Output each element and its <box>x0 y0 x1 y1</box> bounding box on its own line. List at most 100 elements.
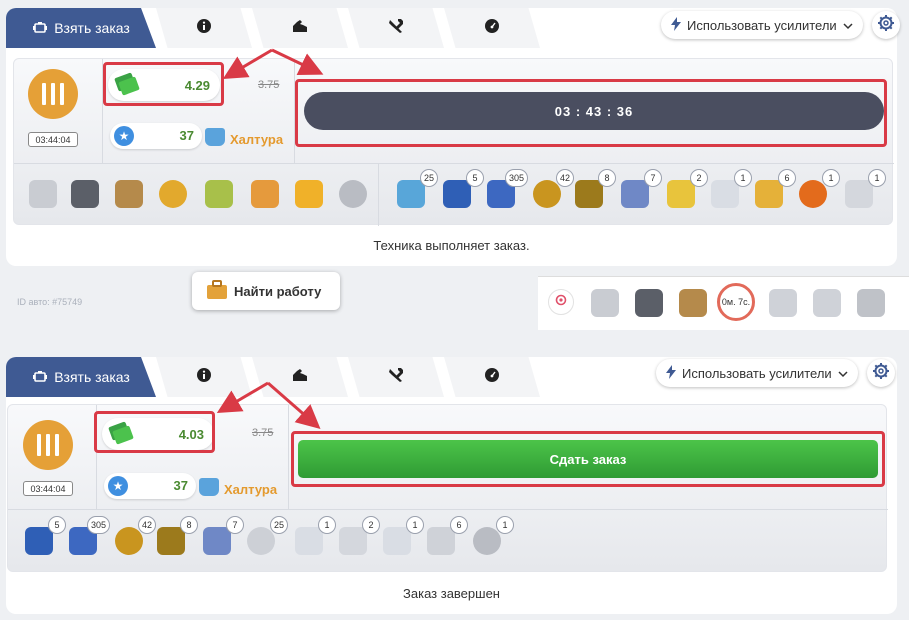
order-status: Техника выполняет заказ. <box>373 238 530 253</box>
vehicle-id: ID авто: #75749 <box>17 297 83 307</box>
drill-icon[interactable]: 7 <box>198 516 244 560</box>
bottles-icon[interactable]: 5 <box>438 169 484 213</box>
medal-icon[interactable]: 42 <box>110 516 156 560</box>
gear-coin-icon[interactable] <box>154 175 192 213</box>
bottles-icon[interactable]: 5 <box>20 516 66 560</box>
tab-bar: Взять заказ <box>6 8 540 48</box>
item-count: 1 <box>868 169 886 187</box>
tire-icon[interactable]: 25 <box>242 516 288 560</box>
tab-tools[interactable] <box>348 357 444 397</box>
settings-button[interactable] <box>867 359 895 387</box>
chair-icon[interactable] <box>24 175 62 213</box>
bottles-pack-icon[interactable]: 305 <box>482 169 528 213</box>
tab-strength[interactable] <box>252 8 348 48</box>
tab-tools[interactable] <box>348 8 444 48</box>
divider <box>378 163 379 226</box>
drill-icon[interactable]: 7 <box>616 169 662 213</box>
bucket-icon <box>205 128 225 146</box>
experience-stars: ★ 37 <box>104 473 196 499</box>
star-icon: ★ <box>108 476 128 496</box>
old-money-value: 3.75 <box>258 79 280 91</box>
tab-take-order-label: Взять заказ <box>54 20 130 36</box>
pause-button[interactable] <box>23 420 73 470</box>
chevron-down-icon <box>843 18 853 33</box>
jar-icon[interactable] <box>808 284 846 322</box>
jar-icon[interactable]: 1 <box>290 516 336 560</box>
divider <box>288 405 289 509</box>
horn-icon[interactable] <box>852 284 890 322</box>
info-icon <box>196 18 212 39</box>
robot-icon[interactable] <box>66 175 104 213</box>
stars-value: 37 <box>179 128 194 143</box>
mini-settings-button[interactable] <box>548 289 574 315</box>
tab-take-order[interactable]: Взять заказ <box>6 357 156 397</box>
repair-timer: 0м. 7с. <box>717 283 755 321</box>
orb-icon[interactable]: 1 <box>794 169 840 213</box>
order-time: 03:44:04 <box>28 132 78 147</box>
pause-icon <box>42 83 64 105</box>
syringe-icon[interactable]: 6 <box>750 169 796 213</box>
find-work-button[interactable]: Найти работу <box>192 272 340 310</box>
gear-icon <box>554 293 568 312</box>
old-money-value: 3.75 <box>252 427 274 439</box>
pause-icon <box>37 434 59 456</box>
tank-icon[interactable]: 1 <box>378 516 424 560</box>
bucket-icon <box>199 478 219 496</box>
tab-info[interactable] <box>156 357 252 397</box>
haltura-label: Халтура <box>224 482 278 497</box>
haltura-label: Халтура <box>230 132 284 147</box>
jar-icon[interactable]: 2 <box>662 169 708 213</box>
pause-button[interactable] <box>28 69 78 119</box>
medal-icon[interactable]: 42 <box>528 169 574 213</box>
briefcase-icon <box>206 279 228 303</box>
tab-speed[interactable] <box>444 357 540 397</box>
badge-icon[interactable]: 8 <box>570 169 616 213</box>
tools-icon <box>388 367 404 388</box>
use-boosters-dropdown[interactable]: Использовать усилители <box>656 359 858 387</box>
hourglass-icon[interactable] <box>674 284 712 322</box>
can-icon[interactable]: 1 <box>706 169 752 213</box>
item-count: 305 <box>504 169 528 187</box>
strength-icon <box>291 367 309 388</box>
engine-icon <box>32 20 48 36</box>
tab-strength[interactable] <box>252 357 348 397</box>
wheel-icon[interactable]: 1 <box>468 516 514 560</box>
use-boosters-dropdown[interactable]: Использовать усилители <box>661 11 863 39</box>
tab-take-order-label: Взять заказ <box>54 369 130 385</box>
lamp-icon[interactable]: 1 <box>840 169 886 213</box>
drum-icon[interactable] <box>764 284 802 322</box>
use-boosters-label: Использовать усилители <box>682 365 832 381</box>
speedometer-icon <box>484 18 500 39</box>
tab-info[interactable] <box>156 8 252 48</box>
engine-icon <box>32 369 48 385</box>
stars-value: 37 <box>173 478 188 493</box>
order-time: 03:44:04 <box>23 481 73 496</box>
horn-icon[interactable] <box>290 175 328 213</box>
can-icon[interactable] <box>200 175 238 213</box>
lightning-icon <box>666 364 676 382</box>
tab-take-order[interactable]: Взять заказ <box>6 8 156 48</box>
item-count: 8 <box>598 169 616 187</box>
item-count: 7 <box>644 169 662 187</box>
badge-icon[interactable]: 8 <box>152 516 198 560</box>
item-count: 25 <box>269 516 288 534</box>
item-count: 305 <box>86 516 110 534</box>
can-icon[interactable]: 2 <box>334 516 380 560</box>
item-count: 8 <box>180 516 198 534</box>
bottles-pack-icon[interactable]: 305 <box>64 516 110 560</box>
robot-icon[interactable] <box>630 284 668 322</box>
wheel-icon[interactable] <box>334 175 372 213</box>
hourglass-icon[interactable] <box>110 175 148 213</box>
chair-icon[interactable] <box>586 284 624 322</box>
jar-icon[interactable] <box>246 175 284 213</box>
order-status: Заказ завершен <box>403 586 500 601</box>
settings-button[interactable] <box>872 11 900 39</box>
strength-icon <box>291 18 309 39</box>
use-boosters-label: Использовать усилители <box>687 17 837 33</box>
item-count: 6 <box>450 516 468 534</box>
gear-icon <box>872 362 890 385</box>
syringe-icon[interactable]: 6 <box>422 516 468 560</box>
boat-icon[interactable]: 25 <box>392 169 438 213</box>
tab-speed[interactable] <box>444 8 540 48</box>
experience-stars: ★ 37 <box>110 123 202 149</box>
